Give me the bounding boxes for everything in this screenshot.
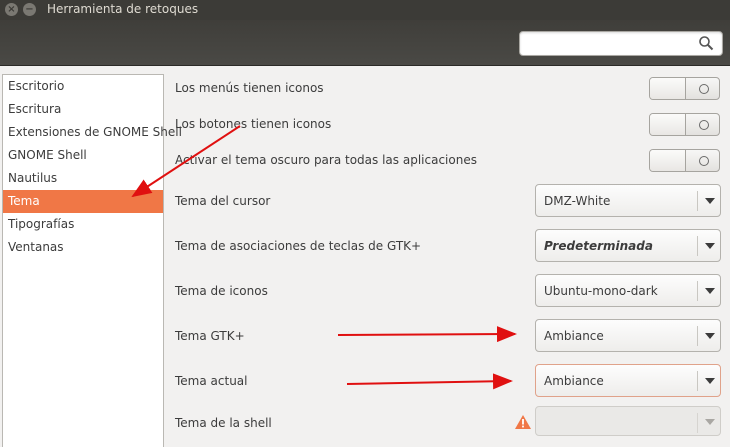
- menus-icons-switch[interactable]: [649, 77, 720, 100]
- chevron-down-icon: [705, 243, 715, 249]
- combo-separator: [697, 236, 698, 256]
- combo-separator: [697, 326, 698, 346]
- search-input[interactable]: [519, 31, 723, 56]
- combo-separator: [697, 413, 698, 433]
- combo-separator: [697, 371, 698, 391]
- sidebar-item-tipografias[interactable]: Tipografías: [3, 213, 163, 236]
- current-theme-select[interactable]: Ambiance: [535, 364, 721, 397]
- warning-icon: [514, 414, 532, 433]
- header-bar: [0, 20, 730, 66]
- keys-theme-select[interactable]: Predeterminada: [535, 229, 721, 262]
- icon-theme-label: Tema de iconos: [175, 284, 268, 298]
- window-title: Herramienta de retoques: [47, 2, 199, 16]
- sidebar: Escritorio Escritura Extensiones de GNOM…: [2, 74, 182, 447]
- buttons-icons-switch[interactable]: [649, 113, 720, 136]
- gtk-theme-label: Tema GTK+: [175, 329, 245, 343]
- sidebar-item-extensiones[interactable]: Extensiones de GNOME Shell: [3, 121, 182, 144]
- minimize-icon[interactable]: −: [23, 3, 36, 16]
- switch-knob: [650, 78, 686, 99]
- gtk-theme-value: Ambiance: [544, 329, 604, 343]
- search-icon[interactable]: [698, 35, 714, 54]
- chevron-down-icon: [705, 198, 715, 204]
- menus-icons-label: Los menús tienen iconos: [175, 81, 324, 95]
- chevron-down-icon: [705, 288, 715, 294]
- title-bar: × − Herramienta de retoques: [0, 0, 730, 20]
- close-icon[interactable]: ×: [5, 3, 18, 16]
- switch-knob: [650, 114, 686, 135]
- dark-theme-switch[interactable]: [649, 149, 720, 172]
- chevron-down-icon: [705, 419, 715, 425]
- current-theme-label: Tema actual: [175, 374, 248, 388]
- switch-knob: [650, 150, 686, 171]
- keys-theme-value: Predeterminada: [544, 239, 653, 253]
- off-icon: [699, 120, 709, 130]
- gtk-theme-select[interactable]: Ambiance: [535, 319, 721, 352]
- sidebar-item-escritura[interactable]: Escritura: [3, 98, 163, 121]
- chevron-down-icon: [705, 378, 715, 384]
- sidebar-item-nautilus[interactable]: Nautilus: [3, 167, 163, 190]
- combo-separator: [697, 191, 698, 211]
- buttons-icons-label: Los botones tienen iconos: [175, 117, 332, 131]
- sidebar-item-ventanas[interactable]: Ventanas: [3, 236, 163, 259]
- off-icon: [699, 156, 709, 166]
- keys-theme-label: Tema de asociaciones de teclas de GTK+: [175, 239, 422, 253]
- current-theme-value: Ambiance: [544, 374, 604, 388]
- combo-separator: [697, 281, 698, 301]
- sidebar-item-gnome-shell[interactable]: GNOME Shell: [3, 144, 163, 167]
- off-icon: [699, 84, 709, 94]
- dark-theme-label: Activar el tema oscuro para todas las ap…: [175, 153, 477, 167]
- settings-panel: Los menús tienen iconos Los botones tien…: [175, 66, 730, 447]
- icon-theme-select[interactable]: Ubuntu-mono-dark: [535, 274, 721, 307]
- shell-theme-select: [535, 406, 721, 436]
- cursor-theme-select[interactable]: DMZ-White: [535, 184, 721, 217]
- chevron-down-icon: [705, 333, 715, 339]
- sidebar-item-tema[interactable]: Tema: [3, 190, 163, 213]
- shell-theme-label: Tema de la shell: [175, 416, 272, 430]
- cursor-theme-label: Tema del cursor: [175, 194, 271, 208]
- sidebar-item-escritorio[interactable]: Escritorio: [3, 75, 163, 98]
- icon-theme-value: Ubuntu-mono-dark: [544, 284, 658, 298]
- cursor-theme-value: DMZ-White: [544, 194, 611, 208]
